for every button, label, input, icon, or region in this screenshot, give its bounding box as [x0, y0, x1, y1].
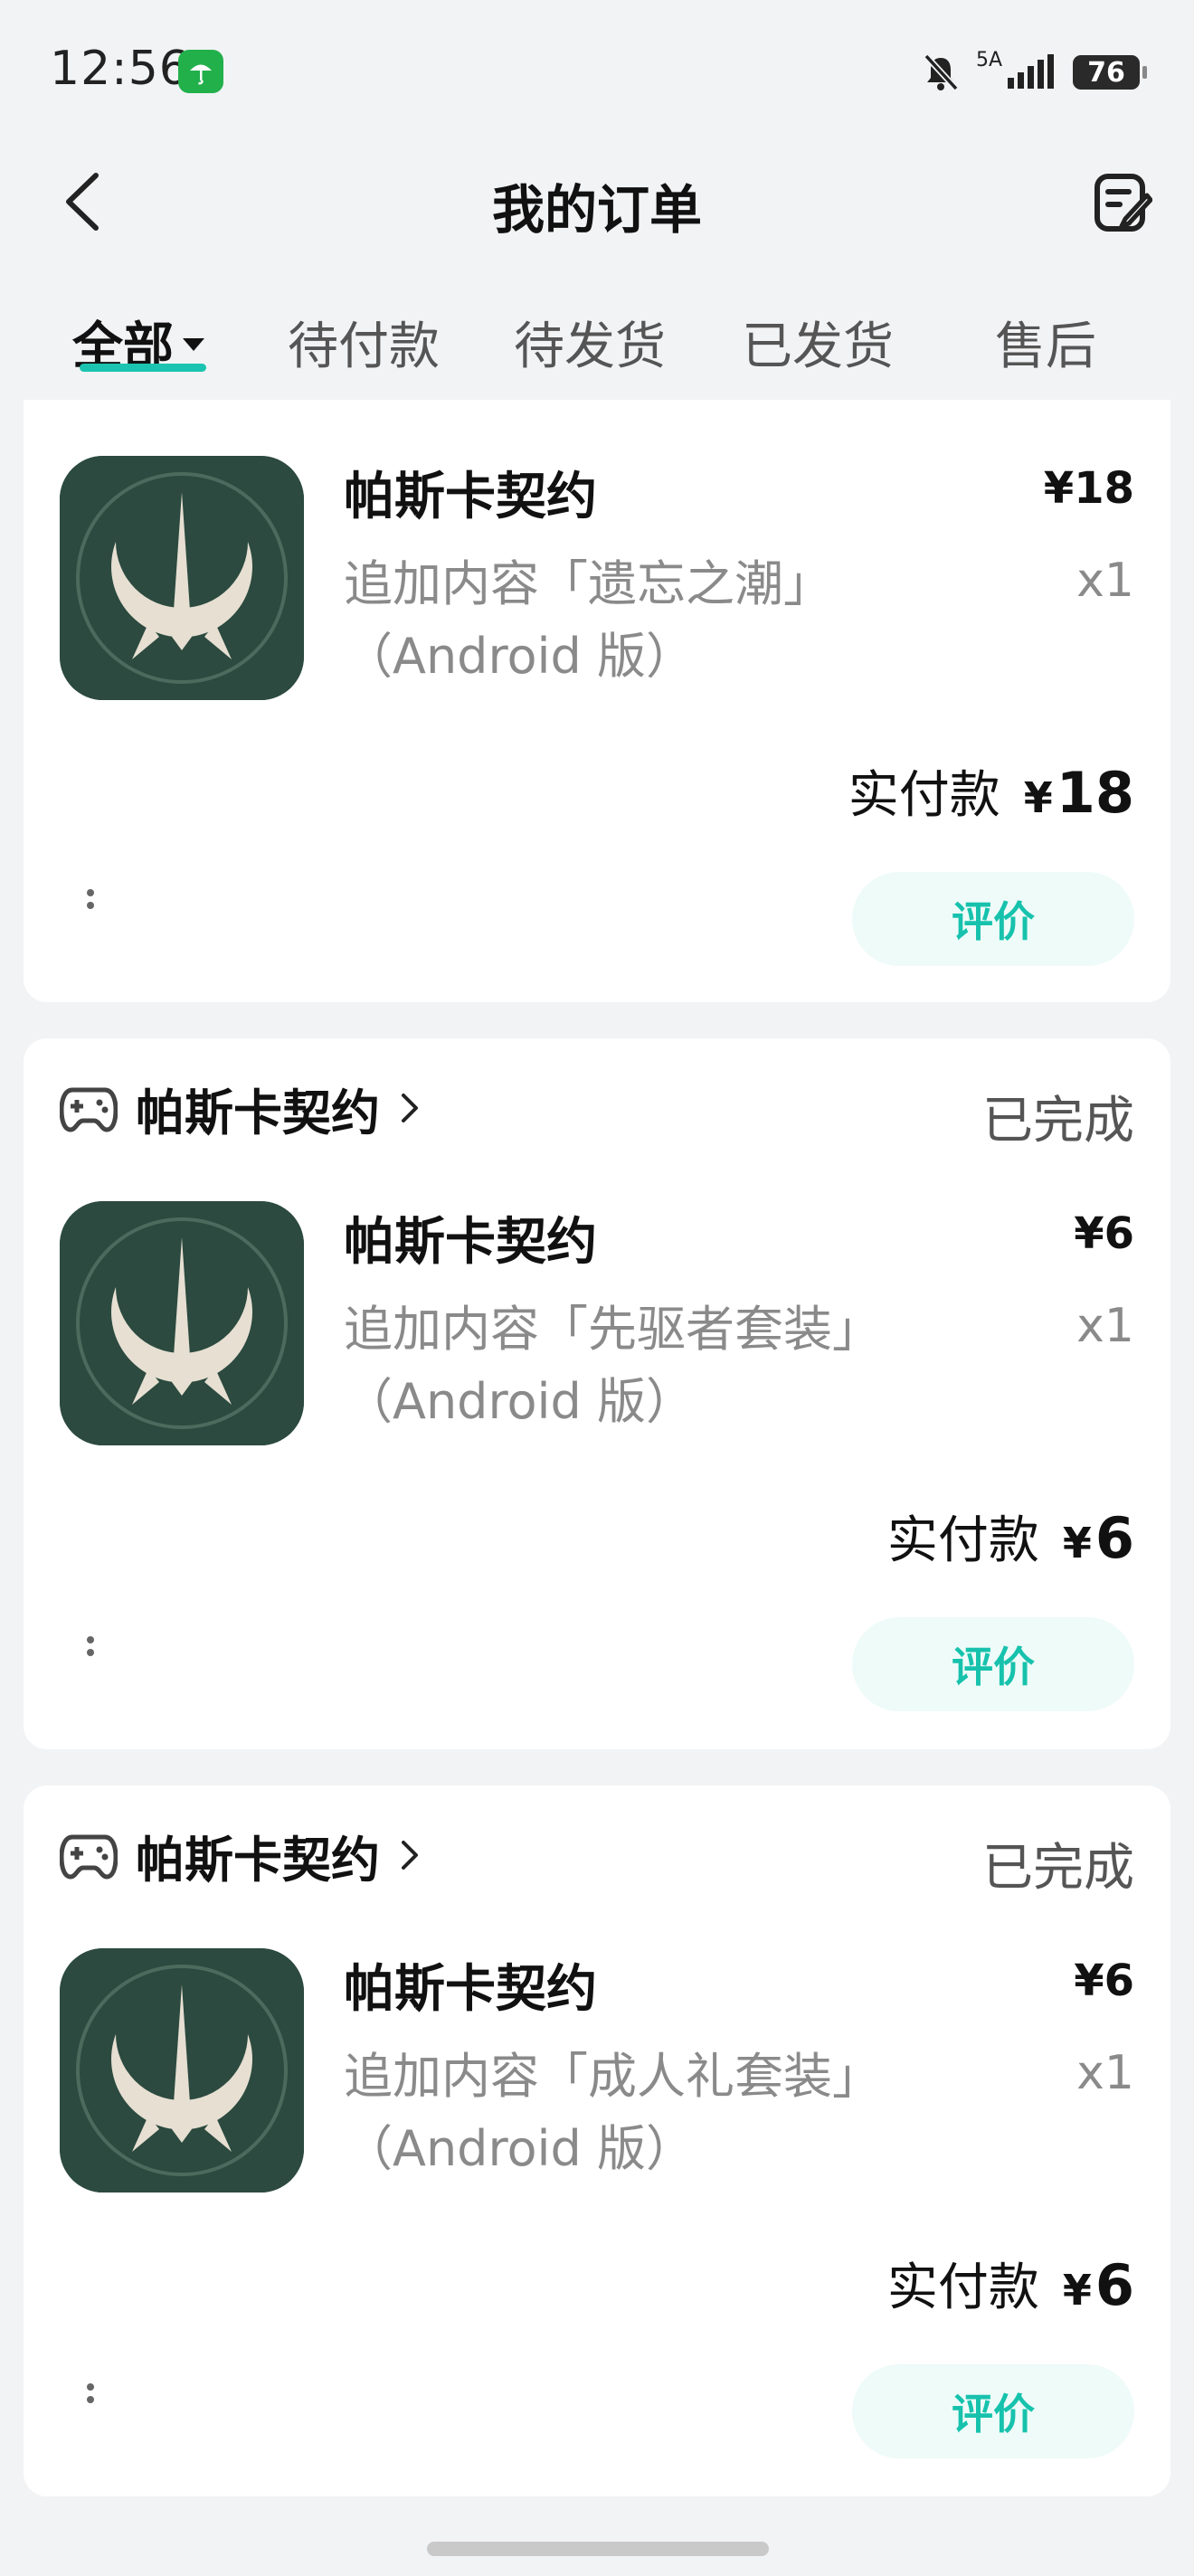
tab-after-sales[interactable]: 售后	[995, 306, 1096, 379]
status-bar: 12:56 5A 76	[0, 0, 1194, 136]
gamepad-icon	[60, 1834, 118, 1880]
active-tab-underline	[80, 364, 206, 372]
order-card: 帕斯卡契约 追加内容「遗忘之潮」（Android 版） ¥18 x1 实付款 ¥…	[24, 400, 1170, 1002]
product-description: 追加内容「遗忘之潮」（Android 版）	[344, 555, 832, 685]
tab-pending-payment[interactable]: 待付款	[288, 306, 440, 379]
top-bar: 我的订单	[0, 145, 1194, 262]
review-button[interactable]: 评价	[852, 1617, 1134, 1711]
tab-pending-shipment[interactable]: 待发货	[514, 306, 666, 379]
game-name: 帕斯卡契约	[136, 1084, 380, 1141]
product-price: ¥6	[1074, 1208, 1134, 1259]
review-button[interactable]: 评价	[852, 2364, 1134, 2458]
product-quantity: x1	[1076, 1299, 1134, 1353]
product-title: 帕斯卡契约	[344, 1960, 597, 2019]
caret-down-icon	[183, 337, 204, 351]
order-status: 已完成	[982, 1839, 1134, 1898]
paid-label: 实付款	[848, 766, 1000, 825]
chevron-right-icon	[402, 1094, 418, 1122]
product-title: 帕斯卡契约	[344, 1213, 597, 1272]
paid-currency: ¥	[1062, 2266, 1092, 2315]
product-description: 追加内容「先驱者套装」（Android 版）	[344, 1301, 881, 1430]
battery-indicator: 76	[1073, 55, 1147, 90]
paid-currency: ¥	[1023, 773, 1053, 822]
product-title: 帕斯卡契约	[344, 468, 597, 526]
umbrella-app-icon	[178, 50, 223, 93]
edit-note-icon[interactable]	[1093, 172, 1152, 235]
mute-bell-icon	[924, 53, 959, 91]
chevron-right-icon	[402, 1841, 418, 1870]
clock: 12:56	[50, 42, 190, 96]
game-icon[interactable]	[60, 1948, 304, 2192]
tab-shipped[interactable]: 已发货	[742, 306, 894, 379]
game-link[interactable]: 帕斯卡契约	[60, 1076, 422, 1141]
more-options-icon[interactable]	[85, 884, 96, 929]
order-card: 帕斯卡契约 已完成 帕斯卡契约 追加内容「成人礼套装」（Android 版） ¥…	[24, 1785, 1170, 2496]
paid-value: 6	[1094, 2252, 1134, 2318]
order-tabs: 全部 待付款 待发货 已发货 售后	[0, 289, 1194, 398]
gamepad-icon	[60, 1087, 118, 1132]
paid-amount: 实付款 ¥ 6	[887, 1500, 1134, 1573]
product-quantity: x1	[1076, 554, 1134, 608]
game-link[interactable]: 帕斯卡契约	[60, 1823, 422, 1889]
paid-value: 6	[1094, 1505, 1134, 1571]
product-price: ¥6	[1074, 1956, 1134, 2006]
signal-icon	[1008, 54, 1054, 89]
game-icon[interactable]	[60, 1201, 304, 1445]
paid-label: 实付款	[886, 1511, 1039, 1570]
game-name: 帕斯卡契约	[136, 1831, 380, 1889]
paid-currency: ¥	[1062, 1519, 1092, 1567]
product-description: 追加内容「成人礼套装」（Android 版）	[344, 2048, 881, 2177]
page-title: 我的订单	[491, 179, 702, 241]
paid-amount: 实付款 ¥ 6	[887, 2247, 1134, 2320]
home-indicator[interactable]	[427, 2542, 769, 2556]
network-type: 5A	[975, 48, 1002, 71]
order-status: 已完成	[982, 1092, 1134, 1151]
more-options-icon[interactable]	[85, 1631, 96, 1676]
paid-label: 实付款	[886, 2259, 1039, 2317]
order-card: 帕斯卡契约 已完成 帕斯卡契约 追加内容「先驱者套装」（Android 版） ¥…	[24, 1038, 1170, 1749]
more-options-icon[interactable]	[85, 2378, 96, 2423]
review-button[interactable]: 评价	[852, 872, 1134, 966]
status-icons: 5A 76	[922, 45, 1147, 99]
product-quantity: x1	[1076, 2046, 1134, 2100]
game-icon[interactable]	[60, 456, 304, 700]
paid-value: 18	[1056, 760, 1134, 826]
product-price: ¥18	[1043, 463, 1134, 514]
paid-amount: 实付款 ¥ 18	[848, 754, 1134, 828]
